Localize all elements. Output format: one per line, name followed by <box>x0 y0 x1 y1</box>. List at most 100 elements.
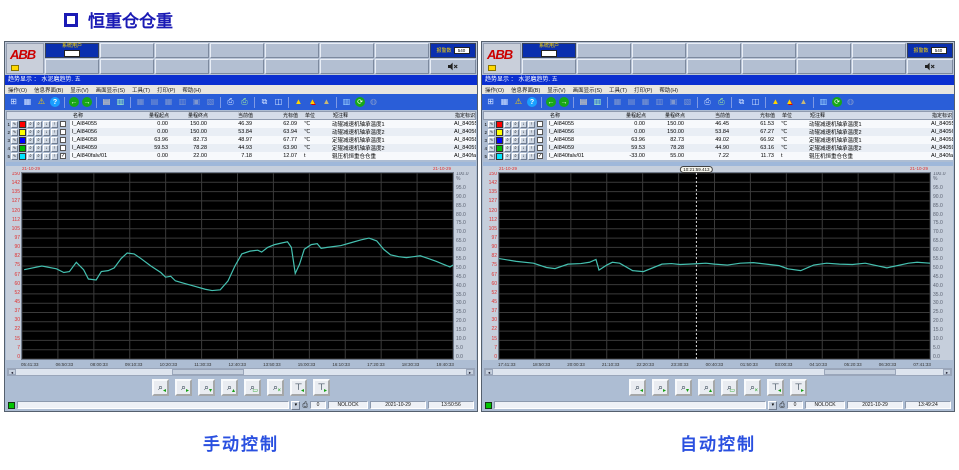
color-swatch[interactable] <box>19 153 26 160</box>
chart-view-icon[interactable]: ▧ <box>204 96 217 108</box>
scale-zoom-out-button[interactable]: ⌕ <box>35 145 42 152</box>
alarm-list-icon[interactable]: ▲ <box>292 96 305 108</box>
nav-forward-icon[interactable]: → <box>82 97 92 107</box>
table-row[interactable]: 2∿⌕⌕↓↑I_AI840560.00150.0053.8467.27℃动辊减速… <box>483 128 953 136</box>
move-up-button[interactable]: ↑ <box>51 153 58 160</box>
curve-style-button[interactable]: ∿ <box>11 145 18 152</box>
trend-plot[interactable] <box>21 172 454 360</box>
zoom-reset-button[interactable]: ⌕× <box>744 379 761 396</box>
menu-view[interactable]: 显示(V) <box>547 86 565 94</box>
move-down-button[interactable]: ↓ <box>520 137 527 144</box>
print-icon[interactable]: ⎙ <box>224 96 237 108</box>
scale-zoom-in-button[interactable]: ⌕ <box>504 145 511 152</box>
tile-windows-icon[interactable]: ◫ <box>272 96 285 108</box>
scroll-left-arrow[interactable]: ◂ <box>485 369 493 375</box>
print-export-icon[interactable]: ⎙ <box>238 96 251 108</box>
nav-back-icon[interactable]: ← <box>546 97 556 107</box>
list-view-icon[interactable]: ▥ <box>176 96 189 108</box>
move-down-button[interactable]: ↓ <box>520 153 527 160</box>
scale-zoom-out-button[interactable]: ⌕ <box>512 121 519 128</box>
move-down-button[interactable]: ↓ <box>520 129 527 136</box>
color-swatch[interactable] <box>19 129 26 136</box>
alarm-ack-icon[interactable]: ▲ <box>783 96 796 108</box>
zoom-in-x-button[interactable]: ⌕▸ <box>175 379 192 396</box>
row-visible-checkbox[interactable]: ✓ <box>537 153 543 159</box>
status-dropdown-button[interactable]: ▾ <box>291 401 300 410</box>
status-dropdown-button[interactable]: ▾ <box>768 401 777 410</box>
zoom-reset-button[interactable]: ⌕× <box>267 379 284 396</box>
scale-zoom-out-button[interactable]: ⌕ <box>512 153 519 160</box>
alarm-warning-icon[interactable]: ⚠ <box>35 96 48 108</box>
curve-style-button[interactable]: ∿ <box>488 153 495 160</box>
display-mode-icon[interactable]: ▦ <box>498 96 511 108</box>
curve-style-button[interactable]: ∿ <box>11 137 18 144</box>
curve-style-button[interactable]: ∿ <box>11 129 18 136</box>
box-view-icon[interactable]: ▣ <box>667 96 680 108</box>
notepad-icon[interactable]: ▥ <box>114 96 127 108</box>
calendar-view-icon[interactable]: ▤ <box>148 96 161 108</box>
zoom-area-button[interactable]: ⌕▭ <box>721 379 738 396</box>
color-swatch[interactable] <box>496 137 503 144</box>
menu-help[interactable]: 帮助(H) <box>182 86 201 94</box>
row-visible-checkbox[interactable]: ✓ <box>60 153 66 159</box>
zoom-in-y-button[interactable]: ⌕▴ <box>221 379 238 396</box>
menu-screen-display[interactable]: 画面显示(S) <box>96 86 125 94</box>
refresh-icon[interactable]: ⟳ <box>355 97 365 107</box>
menu-info[interactable]: 信息界面(B) <box>34 86 63 94</box>
scale-zoom-out-button[interactable]: ⌕ <box>35 121 42 128</box>
table-row[interactable]: 2∿⌕⌕↓↑I_AI840560.00150.0053.8463.94℃动辊减速… <box>6 128 476 136</box>
color-swatch[interactable] <box>496 145 503 152</box>
scale-zoom-in-button[interactable]: ⌕ <box>504 137 511 144</box>
nav-forward-icon[interactable]: → <box>559 97 569 107</box>
row-visible-checkbox[interactable] <box>60 129 66 135</box>
table-row[interactable]: 3∿⌕⌕↓↑I_AI8405863.9682.7349.0266.92℃定辊减速… <box>483 136 953 144</box>
chart-view-icon[interactable]: ▧ <box>681 96 694 108</box>
zoom-out-x-button[interactable]: ⌕◂ <box>629 379 646 396</box>
table-view-icon[interactable]: ▦ <box>611 96 624 108</box>
nav-back-icon[interactable]: ← <box>69 97 79 107</box>
row-visible-checkbox[interactable] <box>60 121 66 127</box>
display-mode-icon[interactable]: ▦ <box>21 96 34 108</box>
scale-zoom-out-button[interactable]: ⌕ <box>512 129 519 136</box>
row-visible-checkbox[interactable] <box>537 145 543 151</box>
scale-zoom-in-button[interactable]: ⌕ <box>27 129 34 136</box>
scale-zoom-in-button[interactable]: ⌕ <box>504 129 511 136</box>
curve-style-button[interactable]: ∿ <box>11 121 18 128</box>
alarm-summary-cell[interactable]: 报警数 540 <box>907 43 953 58</box>
row-visible-checkbox[interactable] <box>60 137 66 143</box>
move-up-button[interactable]: ↑ <box>51 137 58 144</box>
copy-page-icon[interactable]: ⧉ <box>735 96 748 108</box>
curve-style-button[interactable]: ∿ <box>11 153 18 160</box>
trend-plot[interactable] <box>498 172 931 360</box>
menu-tools[interactable]: 工具(T) <box>132 86 150 94</box>
scale-zoom-out-button[interactable]: ⌕ <box>512 137 519 144</box>
scroll-thumb[interactable] <box>172 369 244 375</box>
table-row[interactable]: 1∿⌕⌕↓↑I_AI840550.00150.0046.4561.53℃动辊减速… <box>483 120 953 128</box>
print-icon[interactable]: ⎙ <box>701 96 714 108</box>
move-down-button[interactable]: ↓ <box>43 121 50 128</box>
time-range-forward-button[interactable]: ⊤▸ <box>313 379 330 396</box>
scale-zoom-out-button[interactable]: ⌕ <box>35 129 42 136</box>
alarm-summary-cell[interactable]: 报警数 540 <box>430 43 476 58</box>
print-export-icon[interactable]: ⎙ <box>715 96 728 108</box>
alarm-silence-icon[interactable]: ▲ <box>320 96 333 108</box>
menu-help[interactable]: 帮助(H) <box>659 86 678 94</box>
notepad-icon[interactable]: ▥ <box>591 96 604 108</box>
move-down-button[interactable]: ↓ <box>43 137 50 144</box>
trend-table-icon[interactable]: ⊞ <box>7 96 20 108</box>
color-swatch[interactable] <box>496 121 503 128</box>
move-down-button[interactable]: ↓ <box>43 145 50 152</box>
row-visible-checkbox[interactable] <box>537 129 543 135</box>
move-up-button[interactable]: ↑ <box>528 137 535 144</box>
row-visible-checkbox[interactable] <box>537 121 543 127</box>
menu-operate[interactable]: 操作(O) <box>8 86 27 94</box>
menu-screen-display[interactable]: 画面显示(S) <box>573 86 602 94</box>
table-row[interactable]: 5∿⌕⌕↓↑✓I_AI840falv/010.0022.007.1812.07t… <box>6 152 476 160</box>
notebook-icon[interactable]: ▤ <box>577 96 590 108</box>
grid-view-icon[interactable]: ▦ <box>639 96 652 108</box>
scroll-left-arrow[interactable]: ◂ <box>8 369 16 375</box>
scale-zoom-in-button[interactable]: ⌕ <box>27 121 34 128</box>
move-up-button[interactable]: ↑ <box>528 121 535 128</box>
report-icon[interactable]: ▥ <box>340 96 353 108</box>
scale-zoom-in-button[interactable]: ⌕ <box>27 153 34 160</box>
